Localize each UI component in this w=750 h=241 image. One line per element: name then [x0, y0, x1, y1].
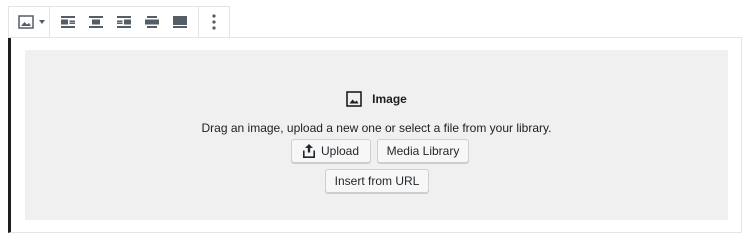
block-toolbar — [8, 6, 230, 38]
align-right-icon — [117, 16, 131, 28]
align-center-button[interactable] — [82, 7, 110, 37]
media-library-button[interactable]: Media Library — [377, 139, 469, 163]
more-options-button[interactable] — [200, 7, 228, 37]
upload-button[interactable]: Upload — [291, 139, 371, 163]
image-icon — [17, 15, 34, 29]
image-block[interactable]: Image Drag an image, upload a new one or… — [8, 37, 742, 233]
align-wide-button[interactable] — [138, 7, 166, 37]
editor-canvas: Image Drag an image, upload a new one or… — [0, 0, 750, 241]
alignment-group — [50, 7, 199, 37]
placeholder-title: Image — [372, 92, 407, 106]
more-vertical-icon — [212, 14, 216, 30]
align-center-icon — [89, 16, 103, 28]
align-wide-icon — [145, 16, 159, 28]
upload-label: Upload — [320, 144, 360, 158]
image-icon — [346, 91, 362, 107]
align-right-button[interactable] — [110, 7, 138, 37]
placeholder-label: Image — [25, 91, 728, 107]
block-switcher-button[interactable] — [9, 7, 49, 37]
insert-from-url-label: Insert from URL — [334, 174, 420, 188]
align-left-icon — [61, 16, 75, 28]
more-options-group — [199, 7, 229, 37]
align-full-button[interactable] — [166, 7, 194, 37]
image-placeholder[interactable]: Image Drag an image, upload a new one or… — [25, 50, 728, 220]
chevron-down-icon — [38, 20, 45, 24]
media-library-label: Media Library — [386, 144, 460, 158]
block-switcher-group — [9, 7, 50, 37]
insert-from-url-button[interactable]: Insert from URL — [325, 169, 429, 193]
align-left-button[interactable] — [54, 7, 82, 37]
upload-icon — [302, 144, 315, 158]
align-full-icon — [173, 16, 187, 28]
placeholder-instructions: Drag an image, upload a new one or selec… — [201, 121, 552, 135]
